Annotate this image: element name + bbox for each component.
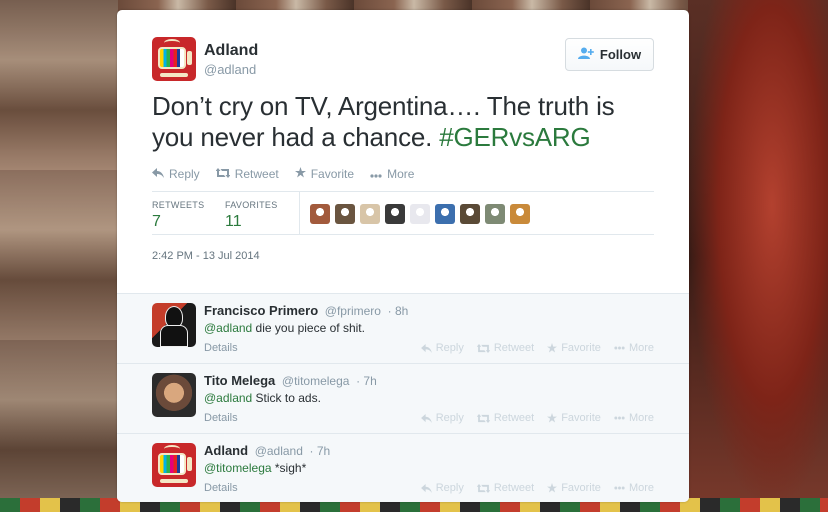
background-left-photo bbox=[0, 0, 118, 512]
favoriter-avatar[interactable] bbox=[435, 204, 455, 224]
reply-icon bbox=[420, 343, 432, 353]
favoriter-avatar[interactable] bbox=[360, 204, 380, 224]
follow-button[interactable]: Follow bbox=[565, 38, 654, 71]
more-button[interactable]: More bbox=[614, 342, 654, 354]
reply-meta: Adland @adland · 7h bbox=[204, 443, 330, 458]
favorite-button[interactable]: Favorite bbox=[294, 167, 354, 181]
favorite-button[interactable]: Favorite bbox=[547, 482, 601, 494]
favoriter-avatar[interactable] bbox=[410, 204, 430, 224]
tweet-actions: Reply Retweet Favorite More bbox=[152, 167, 414, 181]
reply-button[interactable]: Reply bbox=[420, 342, 464, 354]
mention-link[interactable]: @titomelega bbox=[204, 461, 272, 475]
retweet-icon bbox=[476, 413, 490, 423]
tweet-main: Adland @adland Follow Don’t cry on TV, A… bbox=[117, 10, 689, 293]
star-icon bbox=[547, 483, 558, 493]
reply-icon bbox=[420, 483, 432, 493]
more-button[interactable]: More bbox=[614, 412, 654, 424]
more-icon bbox=[614, 486, 625, 490]
background-right-photo bbox=[688, 0, 828, 512]
reply-text: @titomelega *sigh* bbox=[204, 461, 307, 475]
reply-button[interactable]: Reply bbox=[420, 412, 464, 424]
favorite-button[interactable]: Favorite bbox=[547, 412, 601, 424]
tweet-text: Don’t cry on TV, Argentina…. The truth i… bbox=[152, 91, 652, 153]
favoriter-avatar[interactable] bbox=[485, 204, 505, 224]
avatar[interactable] bbox=[152, 37, 196, 81]
retweets-count: 7 bbox=[152, 213, 161, 230]
more-button[interactable]: More bbox=[370, 167, 414, 181]
reply-icon bbox=[420, 413, 432, 423]
reply-text: @adland die you piece of shit. bbox=[204, 321, 365, 335]
more-icon bbox=[614, 416, 625, 420]
replies-list: Francisco Primero @fprimero · 8h @adland… bbox=[117, 293, 689, 502]
reply-user-name[interactable]: Francisco Primero bbox=[204, 303, 318, 318]
reply-user-name[interactable]: Adland bbox=[204, 443, 248, 458]
reply-button[interactable]: Reply bbox=[152, 167, 200, 181]
reply-actions: Reply Retweet Favorite More bbox=[420, 342, 654, 354]
retweet-icon bbox=[476, 343, 490, 353]
retweet-icon bbox=[476, 483, 490, 493]
tweet-card: Adland @adland Follow Don’t cry on TV, A… bbox=[117, 10, 689, 502]
more-button[interactable]: More bbox=[614, 482, 654, 494]
reply-time[interactable]: · 8h bbox=[388, 304, 409, 318]
reply-actions: Reply Retweet Favorite More bbox=[420, 482, 654, 494]
star-icon bbox=[294, 167, 306, 181]
more-icon bbox=[370, 167, 382, 181]
favorite-button[interactable]: Favorite bbox=[547, 342, 601, 354]
user-handle[interactable]: @adland bbox=[204, 62, 258, 77]
favoriter-avatar[interactable] bbox=[510, 204, 530, 224]
reply-button[interactable]: Reply bbox=[420, 482, 464, 494]
reply-item: Adland @adland · 7h @titomelega *sigh* D… bbox=[117, 434, 689, 502]
avatar[interactable] bbox=[152, 443, 196, 487]
favorites-count: 11 bbox=[225, 213, 242, 230]
reply-user-handle[interactable]: @adland bbox=[255, 444, 303, 458]
favoriter-avatar[interactable] bbox=[460, 204, 480, 224]
more-icon bbox=[614, 346, 625, 350]
reply-item: Francisco Primero @fprimero · 8h @adland… bbox=[117, 294, 689, 364]
details-link[interactable]: Details bbox=[204, 342, 238, 354]
reply-icon bbox=[152, 167, 164, 181]
favoriter-avatar[interactable] bbox=[385, 204, 405, 224]
avatar[interactable] bbox=[152, 373, 196, 417]
retweets-label: RETWEETS bbox=[152, 200, 205, 210]
details-link[interactable]: Details bbox=[204, 412, 238, 424]
hashtag-link[interactable]: #GERvsARG bbox=[439, 122, 591, 152]
follow-label: Follow bbox=[599, 47, 642, 62]
reply-user-handle[interactable]: @titomelega bbox=[282, 374, 350, 388]
star-icon bbox=[547, 413, 558, 423]
retweet-button[interactable]: Retweet bbox=[476, 342, 534, 354]
favoriter-avatars bbox=[310, 204, 530, 224]
reply-actions: Reply Retweet Favorite More bbox=[420, 412, 654, 424]
reply-meta: Tito Melega @titomelega · 7h bbox=[204, 373, 377, 388]
favoriter-avatar[interactable] bbox=[335, 204, 355, 224]
stats-divider bbox=[299, 192, 300, 234]
retweet-icon bbox=[215, 167, 231, 181]
retweets-stat[interactable]: RETWEETS 7 bbox=[152, 200, 204, 231]
favorites-label: FAVORITES bbox=[225, 200, 278, 210]
retweet-button[interactable]: Retweet bbox=[476, 412, 534, 424]
reply-item: Tito Melega @titomelega · 7h @adland Sti… bbox=[117, 364, 689, 434]
mention-link[interactable]: @adland bbox=[204, 321, 252, 335]
avatar[interactable] bbox=[152, 303, 196, 347]
user-name[interactable]: Adland bbox=[204, 42, 258, 60]
favorites-stat[interactable]: FAVORITES 11 bbox=[225, 200, 278, 231]
reply-time[interactable]: · 7h bbox=[356, 374, 377, 388]
star-icon bbox=[547, 343, 558, 353]
retweet-button[interactable]: Retweet bbox=[476, 482, 534, 494]
add-user-icon bbox=[577, 47, 594, 62]
retweet-button[interactable]: Retweet bbox=[215, 167, 279, 181]
reply-time[interactable]: · 7h bbox=[310, 444, 331, 458]
details-link[interactable]: Details bbox=[204, 482, 238, 494]
mention-link[interactable]: @adland bbox=[204, 391, 252, 405]
reply-user-handle[interactable]: @fprimero bbox=[325, 304, 381, 318]
user-info: Adland @adland bbox=[204, 42, 258, 77]
favoriter-avatar[interactable] bbox=[310, 204, 330, 224]
reply-user-name[interactable]: Tito Melega bbox=[204, 373, 275, 388]
reply-text: @adland Stick to ads. bbox=[204, 391, 321, 405]
reply-meta: Francisco Primero @fprimero · 8h bbox=[204, 303, 408, 318]
tweet-timestamp[interactable]: 2:42 PM - 13 Jul 2014 bbox=[152, 250, 260, 262]
tweet-stats: RETWEETS 7 FAVORITES 11 bbox=[152, 191, 654, 235]
